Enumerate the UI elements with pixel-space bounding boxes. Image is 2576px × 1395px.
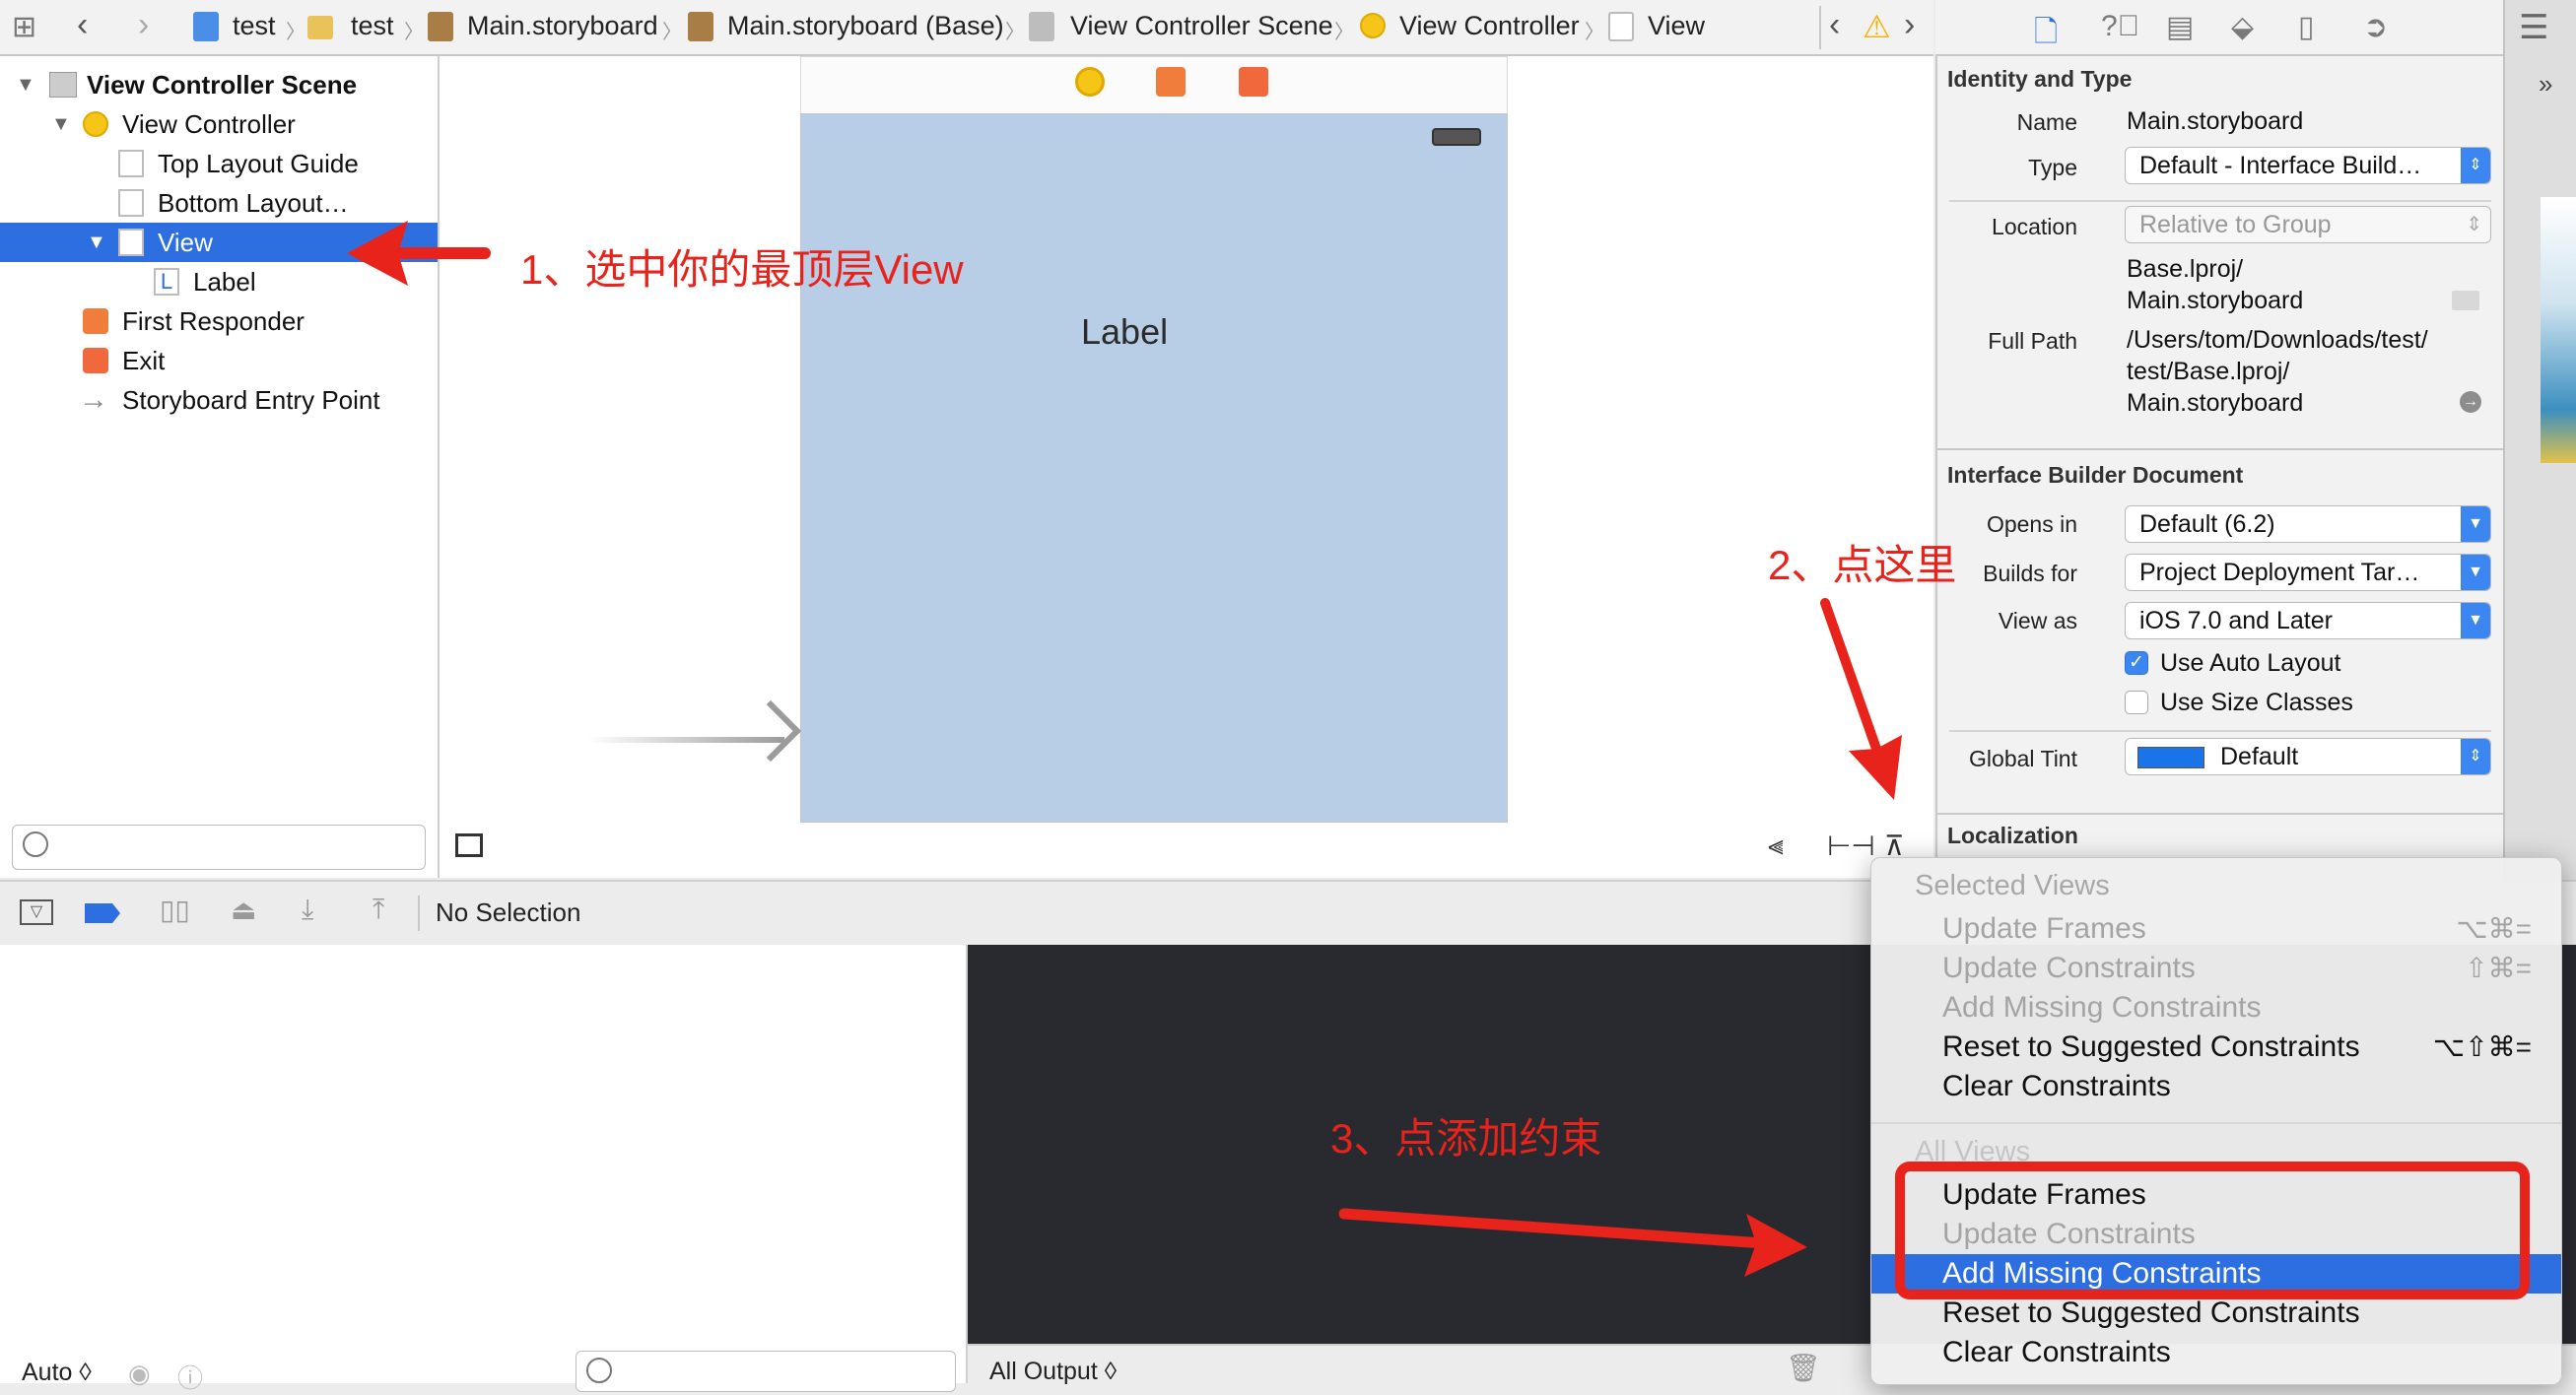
annotation-overlay — [347, 221, 2530, 1299]
annotation-arrow-step3 — [1338, 1208, 1807, 1277]
annotation-step1: 1、选中你的最顶层View — [520, 246, 964, 293]
annotation-highlight-box — [1895, 1162, 2530, 1299]
annotation-arrow-step1 — [347, 221, 491, 286]
annotation-step3: 3、点添加约束 — [1330, 1115, 1602, 1162]
annotation-arrow-step2 — [1820, 598, 1902, 800]
annotation-step2: 2、点这里 — [1768, 542, 1957, 588]
